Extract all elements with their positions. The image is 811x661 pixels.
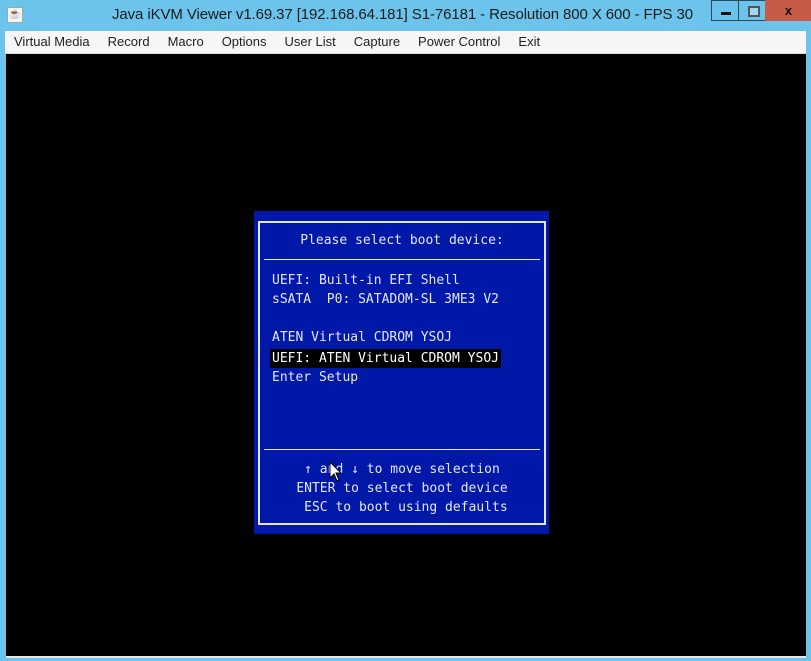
boot-item[interactable]: ATEN Virtual CDROM YSOJ xyxy=(270,328,501,347)
boot-menu-dialog: Please select boot device: UEFI: Built-i… xyxy=(254,211,549,534)
boot-item-enter-setup[interactable]: Enter Setup xyxy=(270,368,501,387)
menu-options[interactable]: Options xyxy=(213,31,276,53)
boot-item[interactable]: sSATA P0: SATADOM-SL 3ME3 V2 xyxy=(270,290,501,309)
window-title-text: Java iKVM Viewer v1.69.37 [192.168.64.18… xyxy=(112,6,693,23)
boot-device-list: UEFI: Built-in EFI Shell sSATA P0: SATAD… xyxy=(270,271,501,387)
boot-menu-title: Please select boot device: xyxy=(300,233,504,248)
close-button[interactable]: x xyxy=(765,0,811,21)
menu-virtual-media[interactable]: Virtual Media xyxy=(5,31,99,53)
boot-menu-frame: Please select boot device: UEFI: Built-i… xyxy=(258,221,546,525)
menu-exit[interactable]: Exit xyxy=(509,31,549,53)
remote-screen[interactable]: Please select boot device: UEFI: Built-i… xyxy=(6,54,806,656)
boot-item-blank xyxy=(270,309,501,328)
divider xyxy=(264,449,540,450)
menu-bar: Virtual Media Record Macro Options User … xyxy=(5,31,806,54)
menu-macro[interactable]: Macro xyxy=(159,31,213,53)
title-bar[interactable]: ☕ Java iKVM Viewer v1.69.37 [192.168.64.… xyxy=(0,0,811,31)
window-controls: x xyxy=(711,0,811,22)
window-title: Java iKVM Viewer v1.69.37 [192.168.64.18… xyxy=(0,6,811,23)
menu-capture[interactable]: Capture xyxy=(345,31,409,53)
help-line: ENTER to select boot device xyxy=(296,481,508,496)
mouse-cursor-icon xyxy=(329,460,343,482)
menu-record[interactable]: Record xyxy=(99,31,159,53)
menu-power-control[interactable]: Power Control xyxy=(409,31,509,53)
screen-bottom-border xyxy=(6,656,806,658)
boot-item-selected[interactable]: UEFI: ATEN Virtual CDROM YSOJ xyxy=(270,349,501,368)
maximize-button[interactable] xyxy=(738,0,766,21)
boot-menu-help: ↑ and ↓ to move selection ENTER to selec… xyxy=(260,460,544,517)
help-line: ↑ and ↓ to move selection xyxy=(304,462,500,477)
minimize-button[interactable] xyxy=(711,0,739,21)
boot-item[interactable]: UEFI: Built-in EFI Shell xyxy=(270,271,501,290)
menu-user-list[interactable]: User List xyxy=(276,31,345,53)
divider xyxy=(264,259,540,260)
help-line: ESC to boot using defaults xyxy=(296,500,508,515)
